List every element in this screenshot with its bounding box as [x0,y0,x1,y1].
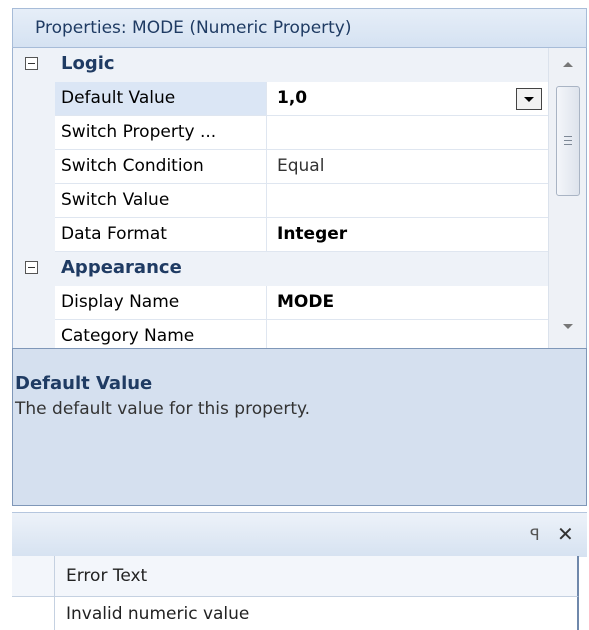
arrow-down-icon[interactable] [559,320,577,334]
property-name: Switch Value [61,190,170,210]
description-title: Default Value [15,373,153,394]
collapse-icon[interactable] [25,57,38,70]
property-value[interactable]: MODE [277,292,334,312]
category-appearance[interactable]: Appearance [13,252,548,286]
value-dropdown-button[interactable] [516,88,542,110]
property-row-default-value[interactable]: Default Value 1,0 [13,82,548,116]
error-column-header-row: Error Text [12,556,579,597]
properties-title: Properties: MODE (Numeric Property) [35,18,352,38]
properties-panel: Properties: MODE (Numeric Property) Logi… [0,0,589,630]
error-list-panel: ꟼ ✕ Error Text Invalid numeric value [12,512,587,630]
property-row-data-format[interactable]: Data Format Integer [13,218,548,252]
error-list-header: ꟼ ✕ [12,512,587,557]
property-name: Default Value [61,88,176,108]
property-row-switch-value[interactable]: Switch Value [13,184,548,218]
description-text: The default value for this property. [15,399,311,419]
property-value[interactable]: Equal [277,156,324,176]
property-name: Display Name [61,292,180,312]
property-row-switch-property[interactable]: Switch Property ... [13,116,548,150]
collapse-icon[interactable] [25,261,38,274]
description-panel: Default Value The default value for this… [12,348,587,506]
property-row-switch-condition[interactable]: Switch Condition Equal [13,150,548,184]
property-row-display-name[interactable]: Display Name MODE [13,286,548,320]
property-name: Data Format [61,224,167,244]
close-icon[interactable]: ✕ [557,522,574,546]
property-row-category-name[interactable]: Category Name [13,320,548,348]
error-row[interactable]: Invalid numeric value [12,597,579,630]
arrow-up-icon[interactable] [559,58,577,72]
property-value-input[interactable]: 1,0 [277,88,307,108]
error-text-cell: Invalid numeric value [66,604,250,624]
property-name: Switch Property ... [61,122,217,142]
properties-title-bar: Properties: MODE (Numeric Property) [12,8,587,48]
scrollbar-thumb[interactable] [556,86,580,196]
category-logic[interactable]: Logic [13,48,548,82]
property-name: Switch Condition [61,156,204,176]
property-name: Category Name [61,326,195,346]
category-label-logic: Logic [61,53,115,74]
pin-icon[interactable]: ꟼ [530,525,540,544]
category-label-appearance: Appearance [61,257,182,278]
property-value[interactable]: Integer [277,224,347,244]
row-header-cell [12,597,55,630]
property-grid: Logic Default Value 1,0 Switch Property … [12,48,587,348]
error-text-column-header[interactable]: Error Text [66,566,147,586]
row-header-cell [12,556,55,596]
vertical-scrollbar[interactable] [548,48,586,348]
